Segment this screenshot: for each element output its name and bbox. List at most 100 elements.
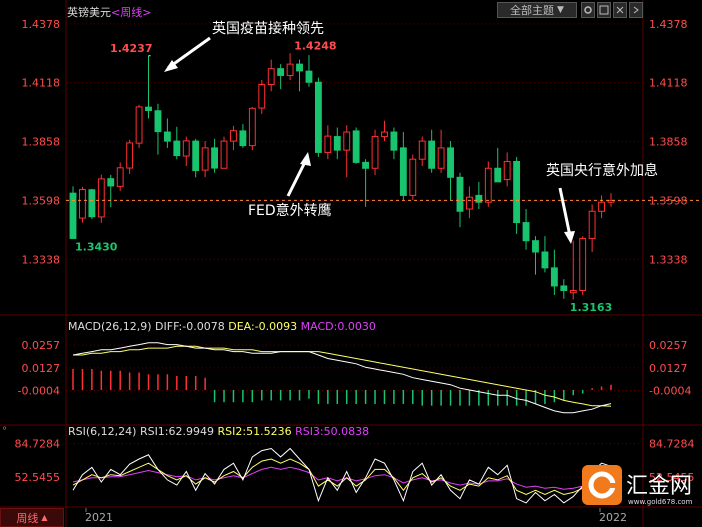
macd-layer: MACD(26,12,9) DIFF:-0.0078 DEA:-0.0093 M… — [68, 320, 612, 414]
candle-body — [277, 68, 285, 76]
candle-body — [192, 140, 200, 172]
gear-icon — [584, 6, 592, 14]
settings-button[interactable] — [581, 2, 595, 18]
candle-body — [484, 167, 492, 203]
candle-body — [324, 135, 332, 153]
layout-button[interactable] — [597, 2, 611, 18]
macd-tick-label-left: -0.0004 — [18, 385, 60, 398]
brand-url: www.gold678.com — [628, 498, 693, 506]
price-tick-label-right: 1.3858 — [649, 136, 688, 149]
candle-body — [230, 130, 237, 142]
candle-body — [239, 130, 247, 147]
watermark-logo: 汇金网 www.gold678.com — [580, 463, 698, 507]
period-switch-label: 周线 — [16, 511, 39, 525]
grid-layer — [0, 0, 702, 527]
candle-body — [550, 267, 558, 287]
macd-dea-line — [73, 345, 612, 407]
rsi-marker-icon: ° — [2, 426, 7, 437]
period-label: <周线> — [111, 6, 152, 19]
candle-body — [579, 237, 587, 291]
candle-body — [569, 289, 577, 294]
price-tick-label-left: 1.3858 — [22, 136, 61, 149]
candle-body — [532, 240, 539, 253]
candle-body — [248, 107, 256, 147]
period-switch-button[interactable]: 周线 ▲ — [0, 508, 64, 527]
rsi-layer: RSI(6,12,24) RSI1:62.9949 RSI2:51.5236 R… — [2, 425, 612, 504]
macd-tick-label-left: 0.0257 — [22, 339, 61, 352]
price-tick-label-left: 1.3338 — [22, 253, 61, 266]
candle-body — [371, 136, 379, 169]
candle-body — [362, 161, 370, 169]
brand-name: 汇金网 — [626, 474, 692, 499]
macd-header: MACD(26,12,9) DIFF:-0.0078 DEA:-0.0093 M… — [68, 320, 376, 333]
chevron-down-icon: ▼ — [557, 5, 564, 15]
chevron-up-icon: ▲ — [41, 513, 48, 522]
theme-select[interactable]: 全部主题 ▼ — [497, 2, 577, 18]
candle-body — [107, 178, 115, 187]
rsi-tick-label-left: 84.7284 — [15, 438, 61, 451]
candle-body — [135, 106, 143, 144]
rsi3-line — [72, 466, 612, 490]
price-tick-label-left: 1.3598 — [22, 194, 61, 207]
low-label-1: 1.3430 — [75, 240, 118, 253]
price-tick-label-right: 1.4118 — [649, 77, 688, 90]
layout-icon — [599, 5, 609, 15]
x-tick-2022: 2022 — [599, 511, 627, 524]
chart-canvas: MACD(26,12,9) DIFF:-0.0078 DEA:-0.0093 M… — [0, 0, 702, 527]
candle-body — [333, 136, 341, 151]
candle-body — [418, 140, 426, 160]
macd-tick-label-right: 0.0257 — [649, 339, 688, 352]
candle-body — [437, 147, 445, 169]
candle-body — [201, 147, 209, 171]
annotation-arrow-fed — [286, 159, 308, 197]
gold678-logo: 汇金网 www.gold678.com — [582, 465, 693, 506]
collapse-button[interactable] — [629, 2, 643, 18]
macd-tick-label-right: -0.0004 — [649, 385, 691, 398]
rsi-tick-label-left: 52.5455 — [15, 471, 61, 484]
candle-body — [182, 140, 190, 157]
rsi1-line — [72, 447, 612, 504]
candle-body — [163, 131, 171, 142]
annotation-fed: FED意外转鹰 — [248, 202, 332, 219]
annotation-boe: 英国央行意外加息 — [546, 162, 658, 179]
candle-body — [447, 147, 454, 178]
close-button[interactable] — [613, 2, 627, 18]
candle-body — [79, 189, 86, 219]
low-label-2: 1.3163 — [570, 301, 612, 314]
candle-body — [314, 81, 322, 153]
candle-body — [428, 140, 436, 169]
symbol-name: 英镑美元 — [67, 6, 111, 19]
candle-body — [126, 142, 134, 169]
candle-body — [390, 131, 398, 151]
candle-body — [211, 147, 219, 169]
candle-body — [352, 130, 360, 163]
chevron-right-icon — [633, 6, 639, 14]
candle-body — [409, 158, 417, 196]
chart-header: 英镑美元<周线> — [67, 4, 151, 20]
candle-body — [541, 251, 549, 269]
candle-body — [154, 110, 162, 133]
candle-body — [456, 176, 464, 212]
candle-body — [145, 106, 152, 112]
candle-body — [494, 167, 502, 183]
candle-body — [296, 63, 303, 72]
candle-body — [173, 140, 181, 157]
rsi-tick-label-right: 84.7284 — [649, 438, 695, 451]
theme-select-label: 全部主题 — [510, 4, 555, 17]
candle-body — [465, 196, 473, 210]
macd-tick-label-right: 0.0127 — [649, 362, 688, 375]
candle-body — [267, 68, 275, 86]
macd-tick-label-left: 0.0127 — [22, 362, 61, 375]
candle-body — [598, 201, 605, 212]
candle-body — [220, 140, 228, 169]
axis-layer: 1.4378 1.4378 1.4118 1.4118 1.3858 1.3858 1.35… — [15, 18, 695, 524]
candle-body — [475, 194, 483, 203]
candle-body — [588, 210, 596, 239]
close-icon — [616, 6, 624, 14]
candle-body — [88, 189, 96, 218]
candle-body — [258, 84, 266, 109]
candle-body — [381, 131, 388, 138]
price-tick-label-right: 1.4378 — [649, 18, 688, 31]
candle-body — [286, 63, 294, 76]
macd-diff-line — [72, 342, 612, 414]
